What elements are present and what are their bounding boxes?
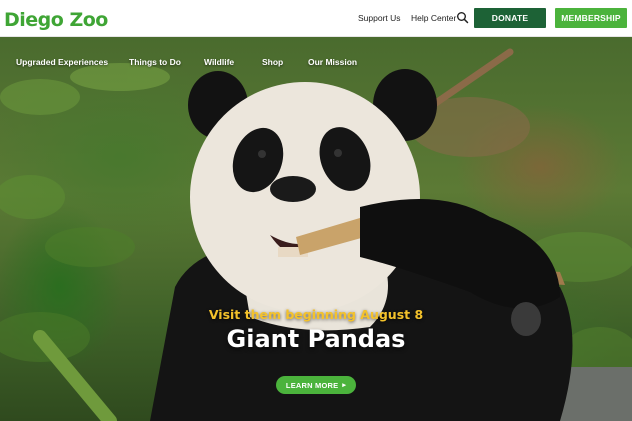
main-navigation: Upgraded Experiences Things to Do Wildli…: [0, 57, 632, 69]
help-center-link[interactable]: Help Center: [411, 13, 456, 24]
hero-subtitle: Visit them beginning August 8: [208, 307, 424, 322]
learn-more-label: LEARN MORE: [285, 380, 339, 390]
giant-panda-image: [0, 48, 632, 421]
hero-banner: Upgraded Experiences Things to Do Wildli…: [0, 37, 632, 421]
membership-button[interactable]: MEMBERSHIP: [555, 8, 627, 28]
search-icon[interactable]: [456, 11, 469, 24]
support-us-link[interactable]: Support Us: [358, 13, 401, 24]
site-header: Diego Zoo Support Us Help Center DONATE …: [0, 0, 632, 37]
arrow-right-icon: ▸: [342, 382, 347, 389]
nav-item-wildlife[interactable]: Wildlife: [204, 57, 234, 68]
nav-item-things-to-do[interactable]: Things to Do: [129, 57, 181, 68]
site-logo[interactable]: Diego Zoo: [4, 9, 108, 31]
nav-item-upgraded-experiences[interactable]: Upgraded Experiences: [16, 57, 108, 68]
nav-item-shop[interactable]: Shop: [262, 57, 283, 68]
donate-button[interactable]: DONATE: [474, 8, 546, 28]
hero-headline: Giant Pandas: [226, 325, 406, 353]
nav-item-our-mission[interactable]: Our Mission: [308, 57, 357, 68]
learn-more-button[interactable]: LEARN MORE ▸: [276, 376, 356, 394]
